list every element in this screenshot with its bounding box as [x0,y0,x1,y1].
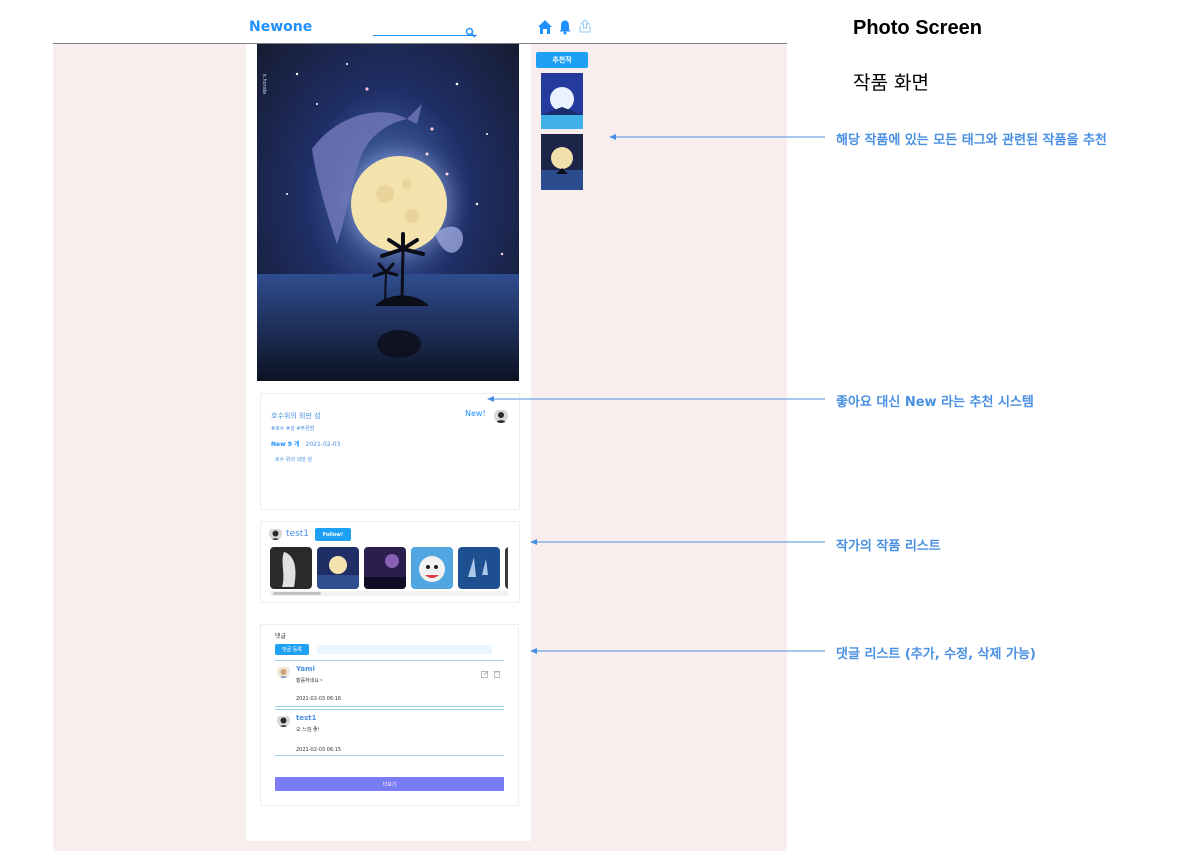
recommend-panel: 추천작 [536,52,588,190]
work-description: 호수 위의 외딴 섬 [275,457,312,463]
upload-icon[interactable] [577,19,593,35]
annotation-title: Photo Screen [853,17,982,39]
comment-author[interactable]: Yami [296,665,315,673]
work-thumb[interactable] [270,547,312,589]
comment-text: 오 느낌 좋! [296,727,320,733]
bell-icon[interactable] [557,19,573,35]
annotation-note: 해당 작품에 있는 모든 태그와 관련된 작품을 추천 [836,133,1107,148]
work-thumb[interactable] [411,547,453,589]
divider [275,706,504,707]
horizontal-scrollbar[interactable] [270,591,508,596]
works-strip [270,547,508,590]
work-date: 2021-02-03 [305,441,341,448]
annotation-note: 작가의 작품 리스트 [836,539,941,554]
divider [275,755,504,756]
delete-icon[interactable] [493,663,501,678]
more-comments-button[interactable]: 더보기 [275,777,504,791]
divider [275,709,504,710]
comment-text: 황홀하네요~ [296,678,324,684]
work-thumb[interactable] [458,547,500,589]
search-icon[interactable] [465,23,476,38]
comment-actions [481,663,501,678]
comment-date: 2021-02-03 06:16 [296,696,342,702]
work-thumb[interactable] [364,547,406,589]
author-avatar[interactable] [269,527,282,540]
work-thumb[interactable] [505,547,508,589]
recommend-button[interactable]: 추천작 [536,52,588,68]
artwork-image[interactable]: k.honda [257,44,519,381]
author-name[interactable]: test1 [286,529,309,539]
author-avatar[interactable] [494,409,508,423]
new-button[interactable]: New! [465,409,486,418]
recommend-thumb[interactable] [541,134,583,190]
search-bar[interactable] [373,21,477,38]
follow-button[interactable]: Follow! [315,528,351,541]
annotation-note: 좋아요 대신 New 라는 추천 시스템 [836,395,1034,410]
scrollbar-thumb[interactable] [273,592,321,595]
artwork-signature: k.honda [261,74,267,95]
work-tags[interactable]: #호수 #섬 #푸른밤 [271,425,314,432]
commenter-avatar[interactable] [277,714,290,727]
divider [275,660,504,661]
edit-icon[interactable] [481,663,489,678]
logo[interactable]: Newone [249,19,312,35]
annotation-note: 댓글 리스트 (추가, 수정, 삭제 가능) [836,647,1036,662]
work-info-card: 호수위의 외딴 섬 #호수 #섬 #푸른밤 New 9 개 2021-02-03 … [260,393,520,510]
new-count: New 9 개 2021-02-03 [271,439,340,448]
annotation-subtitle: 작품 화면 [853,72,929,94]
comment-submit-button[interactable]: 댓글 등록 [275,644,309,655]
comments-title: 댓글 [275,633,287,640]
app-window: Newone k.honda 추천작 호수위의 외딴 섬 #호수 #섬 #푸른밤… [53,10,787,851]
recommend-thumb[interactable] [541,73,583,129]
new-count-label: New 9 개 [271,441,300,448]
commenter-avatar[interactable] [277,665,290,678]
top-navbar: Newone [53,10,787,44]
nav-icons [537,19,593,35]
comments-card: 댓글 댓글 등록 Yami 황홀하네요~ 2021-02-03 06:16 te… [260,624,519,806]
work-title: 호수위의 외딴 섬 [271,412,321,420]
home-icon[interactable] [537,19,553,35]
author-works-card: test1 Follow! [260,521,520,603]
comment-date: 2021-02-03 06:15 [296,747,342,753]
comment-input[interactable] [317,645,492,654]
work-thumb[interactable] [317,547,359,589]
comment-author[interactable]: test1 [296,714,316,722]
